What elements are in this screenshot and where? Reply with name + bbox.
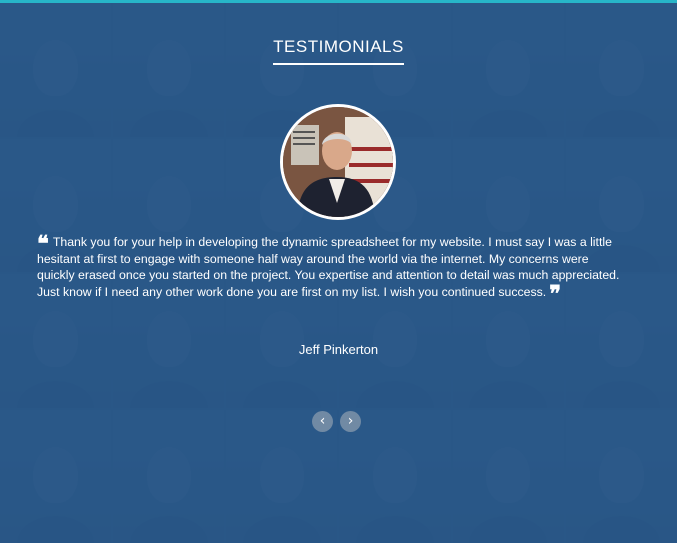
chevron-right-icon: › [347,413,354,429]
author-avatar [280,104,396,220]
section-heading: TESTIMONIALS [0,37,677,65]
carousel-navigation: ‹ › [312,411,361,432]
author-photo [283,107,393,217]
testimonial-quote: ❝ Thank you for your help in developing t… [37,233,622,305]
quote-close-icon: ❞ [549,280,562,307]
carousel-prev-button[interactable]: ‹ [312,411,333,432]
testimonial-author: Jeff Pinkerton [298,342,379,357]
carousel-next-button[interactable]: › [340,411,361,432]
chevron-left-icon: ‹ [319,413,326,429]
section-title: TESTIMONIALS [273,37,404,65]
testimonial-text: Thank you for your help in developing th… [37,235,620,299]
